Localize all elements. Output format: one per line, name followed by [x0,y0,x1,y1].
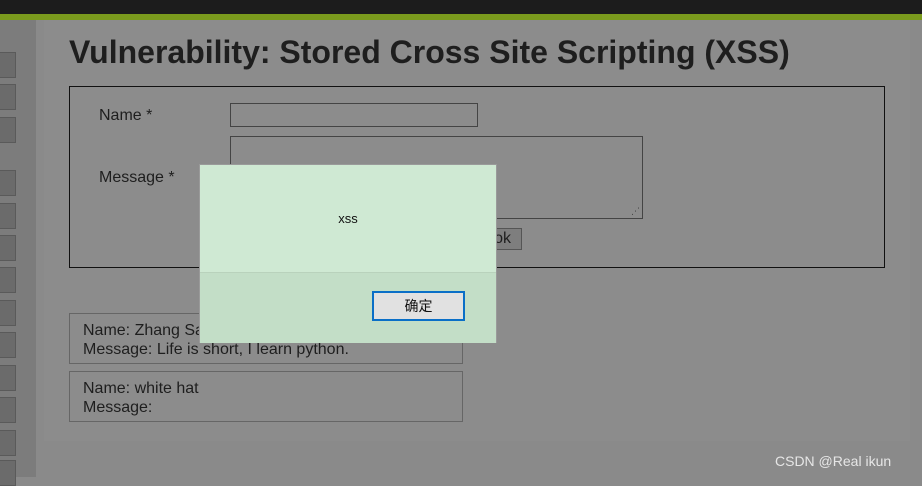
name-label: Name * [99,107,153,124]
menu-item[interactable] [0,235,16,261]
alert-footer: 确定 [200,272,496,343]
resize-grip-icon[interactable]: ⋰ [631,207,640,216]
menu-item[interactable] [0,170,16,196]
message-label: Message * [99,169,175,186]
menu-item[interactable] [0,300,16,326]
name-input[interactable] [230,103,478,127]
watermark: CSDN @Real ikun [775,453,892,469]
left-menu [0,20,36,486]
guestbook-entry: Name: white hat Message: [69,371,463,422]
menu-item[interactable] [0,460,16,486]
alert-message: xss [338,211,358,226]
menu-item[interactable] [0,84,16,110]
top-header-bar [0,0,922,14]
menu-item[interactable] [0,332,16,358]
alert-dialog: xss 确定 [199,164,497,343]
page-title: Vulnerability: Stored Cross Site Scripti… [69,34,790,70]
menu-item[interactable] [0,365,16,391]
menu-item[interactable] [0,397,16,423]
menu-item[interactable] [0,117,16,143]
alert-confirm-button[interactable]: 确定 [372,291,465,321]
menu-item[interactable] [0,52,16,78]
entry-name: Name: white hat [83,380,199,397]
entry-message: Message: [83,399,153,416]
menu-item[interactable] [0,267,16,293]
menu-item[interactable] [0,203,16,229]
menu-item[interactable] [0,430,16,456]
